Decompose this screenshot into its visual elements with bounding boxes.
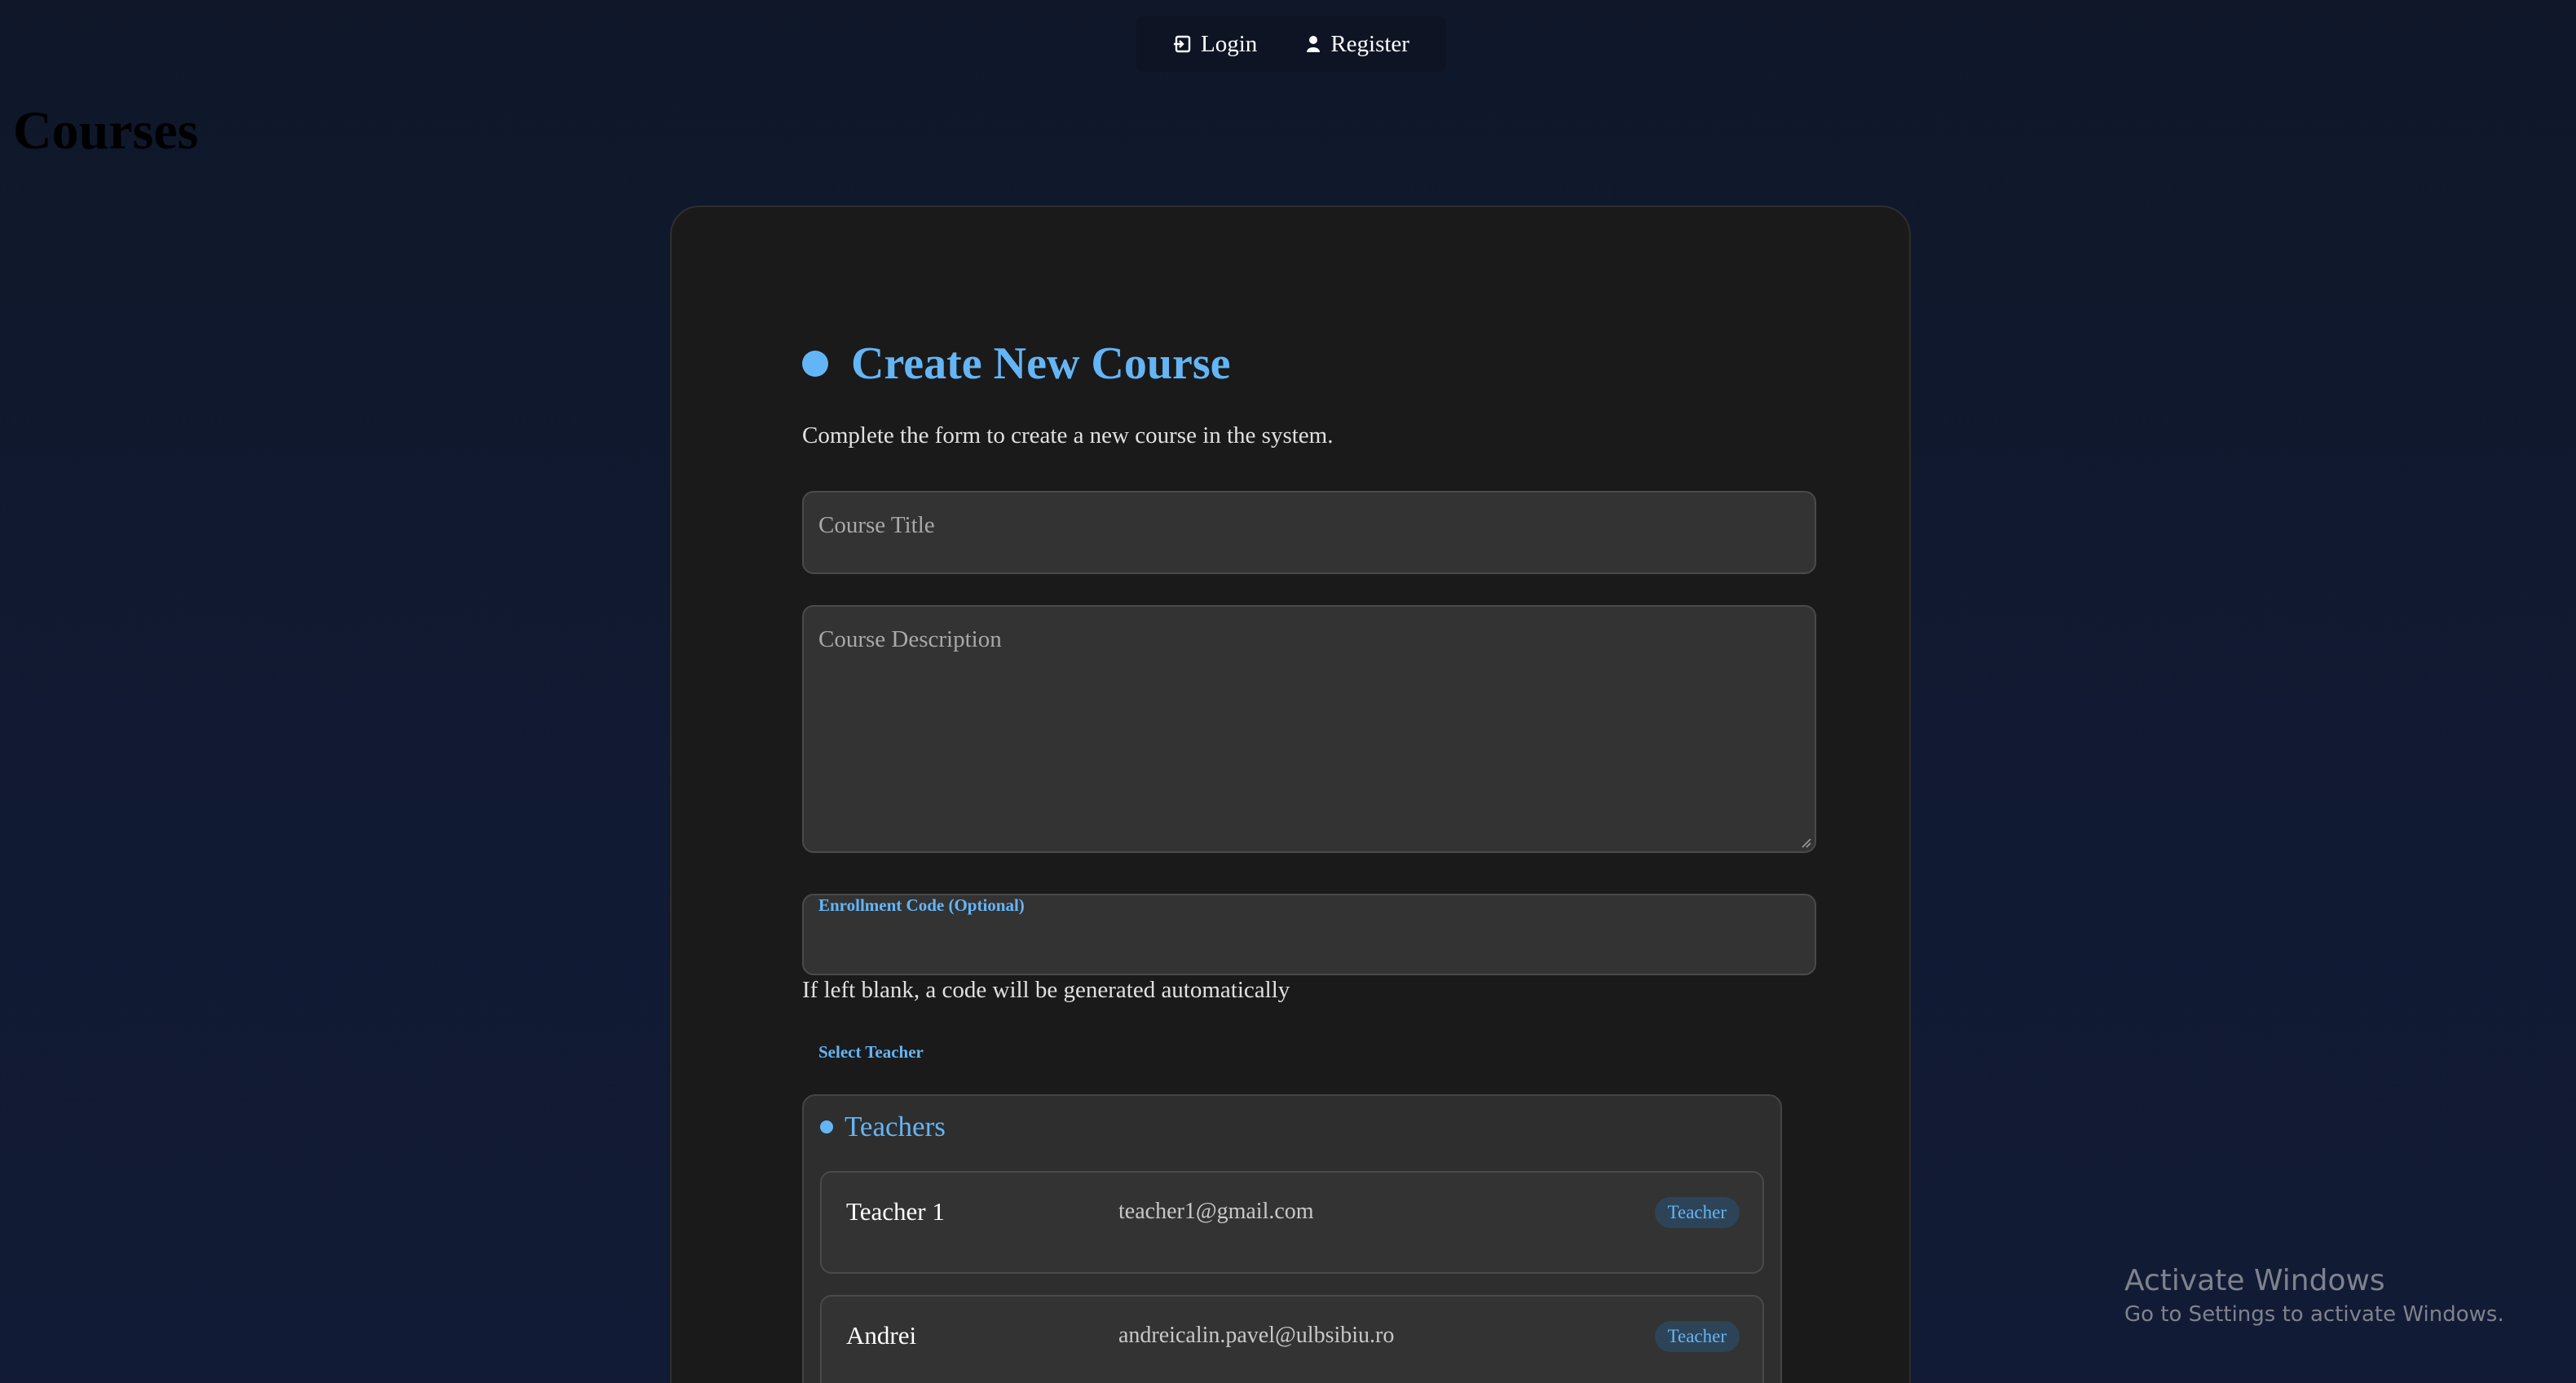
user-icon [1306, 35, 1321, 53]
resize-handle-icon[interactable] [1800, 837, 1811, 848]
teacher-name: Teacher 1 [846, 1197, 945, 1226]
form-heading: Create New Course [802, 341, 1230, 387]
enrollment-code-input[interactable] [804, 925, 1815, 968]
watermark-subtitle: Go to Settings to activate Windows. [2124, 1302, 2504, 1327]
teacher-name: Andrei [846, 1321, 917, 1350]
register-label: Register [1330, 30, 1409, 57]
login-label: Login [1201, 30, 1258, 57]
role-badge: Teacher [1654, 1321, 1740, 1352]
teachers-dot-icon [820, 1120, 833, 1133]
form-heading-text: Create New Course [851, 338, 1231, 389]
course-description-input[interactable] [804, 607, 1815, 851]
teachers-panel: Teachers Teacher 1 teacher1@gmail.com Te… [802, 1094, 1782, 1383]
teachers-title: Teachers [845, 1111, 946, 1142]
top-nav: Login Register [1136, 16, 1446, 72]
watermark-title: Activate Windows [2124, 1264, 2385, 1297]
teacher-email: teacher1@gmail.com [1118, 1199, 1314, 1224]
enrollment-helper-text: If left blank, a code will be generated … [802, 977, 1290, 1003]
login-link[interactable]: Login [1173, 31, 1257, 58]
teacher-row[interactable]: Andrei andreicalin.pavel@ulbsibiu.ro Tea… [820, 1295, 1764, 1383]
teachers-header: Teachers [820, 1111, 946, 1143]
teacher-row[interactable]: Teacher 1 teacher1@gmail.com Teacher [820, 1171, 1764, 1274]
teacher-email: andreicalin.pavel@ulbsibiu.ro [1118, 1323, 1395, 1348]
role-badge: Teacher [1654, 1197, 1740, 1228]
form-subtitle: Complete the form to create a new course… [802, 422, 1334, 448]
select-teacher-label: Select Teacher [818, 1042, 924, 1062]
login-icon [1173, 35, 1191, 53]
course-title-input[interactable] [804, 493, 1815, 559]
course-title-field [802, 491, 1816, 574]
course-description-field [802, 605, 1816, 853]
enrollment-code-field: Enrollment Code (Optional) [802, 894, 1816, 975]
create-course-card: Create New Course Complete the form to c… [670, 205, 1911, 1383]
register-link[interactable]: Register [1306, 31, 1409, 58]
enrollment-code-label: Enrollment Code (Optional) [818, 895, 1025, 915]
activate-windows-watermark: Activate Windows Go to Settings to activ… [2124, 1264, 2504, 1327]
page-title: Courses [13, 101, 199, 161]
heading-dot-icon [802, 351, 828, 377]
